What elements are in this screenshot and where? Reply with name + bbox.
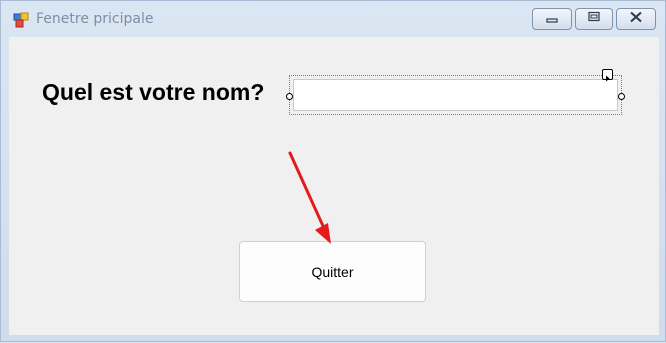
name-input[interactable] — [293, 79, 618, 111]
maximize-icon — [587, 10, 601, 28]
close-button[interactable] — [616, 8, 656, 30]
main-window: Fenetre pricipale Quel est votre nom? Qu… — [0, 0, 666, 342]
resize-handle-right[interactable] — [618, 93, 625, 100]
close-icon — [629, 10, 643, 28]
minimize-button[interactable] — [532, 8, 572, 30]
form-client-area: Quel est votre nom? Quitter — [9, 37, 659, 335]
window-title: Fenetre pricipale — [36, 11, 154, 27]
maximize-button[interactable] — [575, 8, 613, 30]
question-label: Quel est votre nom? — [42, 79, 265, 105]
title-bar[interactable]: Fenetre pricipale — [1, 1, 665, 37]
quit-button[interactable]: Quitter — [239, 241, 426, 302]
form-app-icon — [13, 12, 29, 28]
name-input-selection — [286, 69, 625, 115]
resize-handle-left[interactable] — [286, 93, 293, 100]
minimize-icon — [545, 10, 559, 28]
smart-tag-icon[interactable] — [602, 69, 613, 82]
